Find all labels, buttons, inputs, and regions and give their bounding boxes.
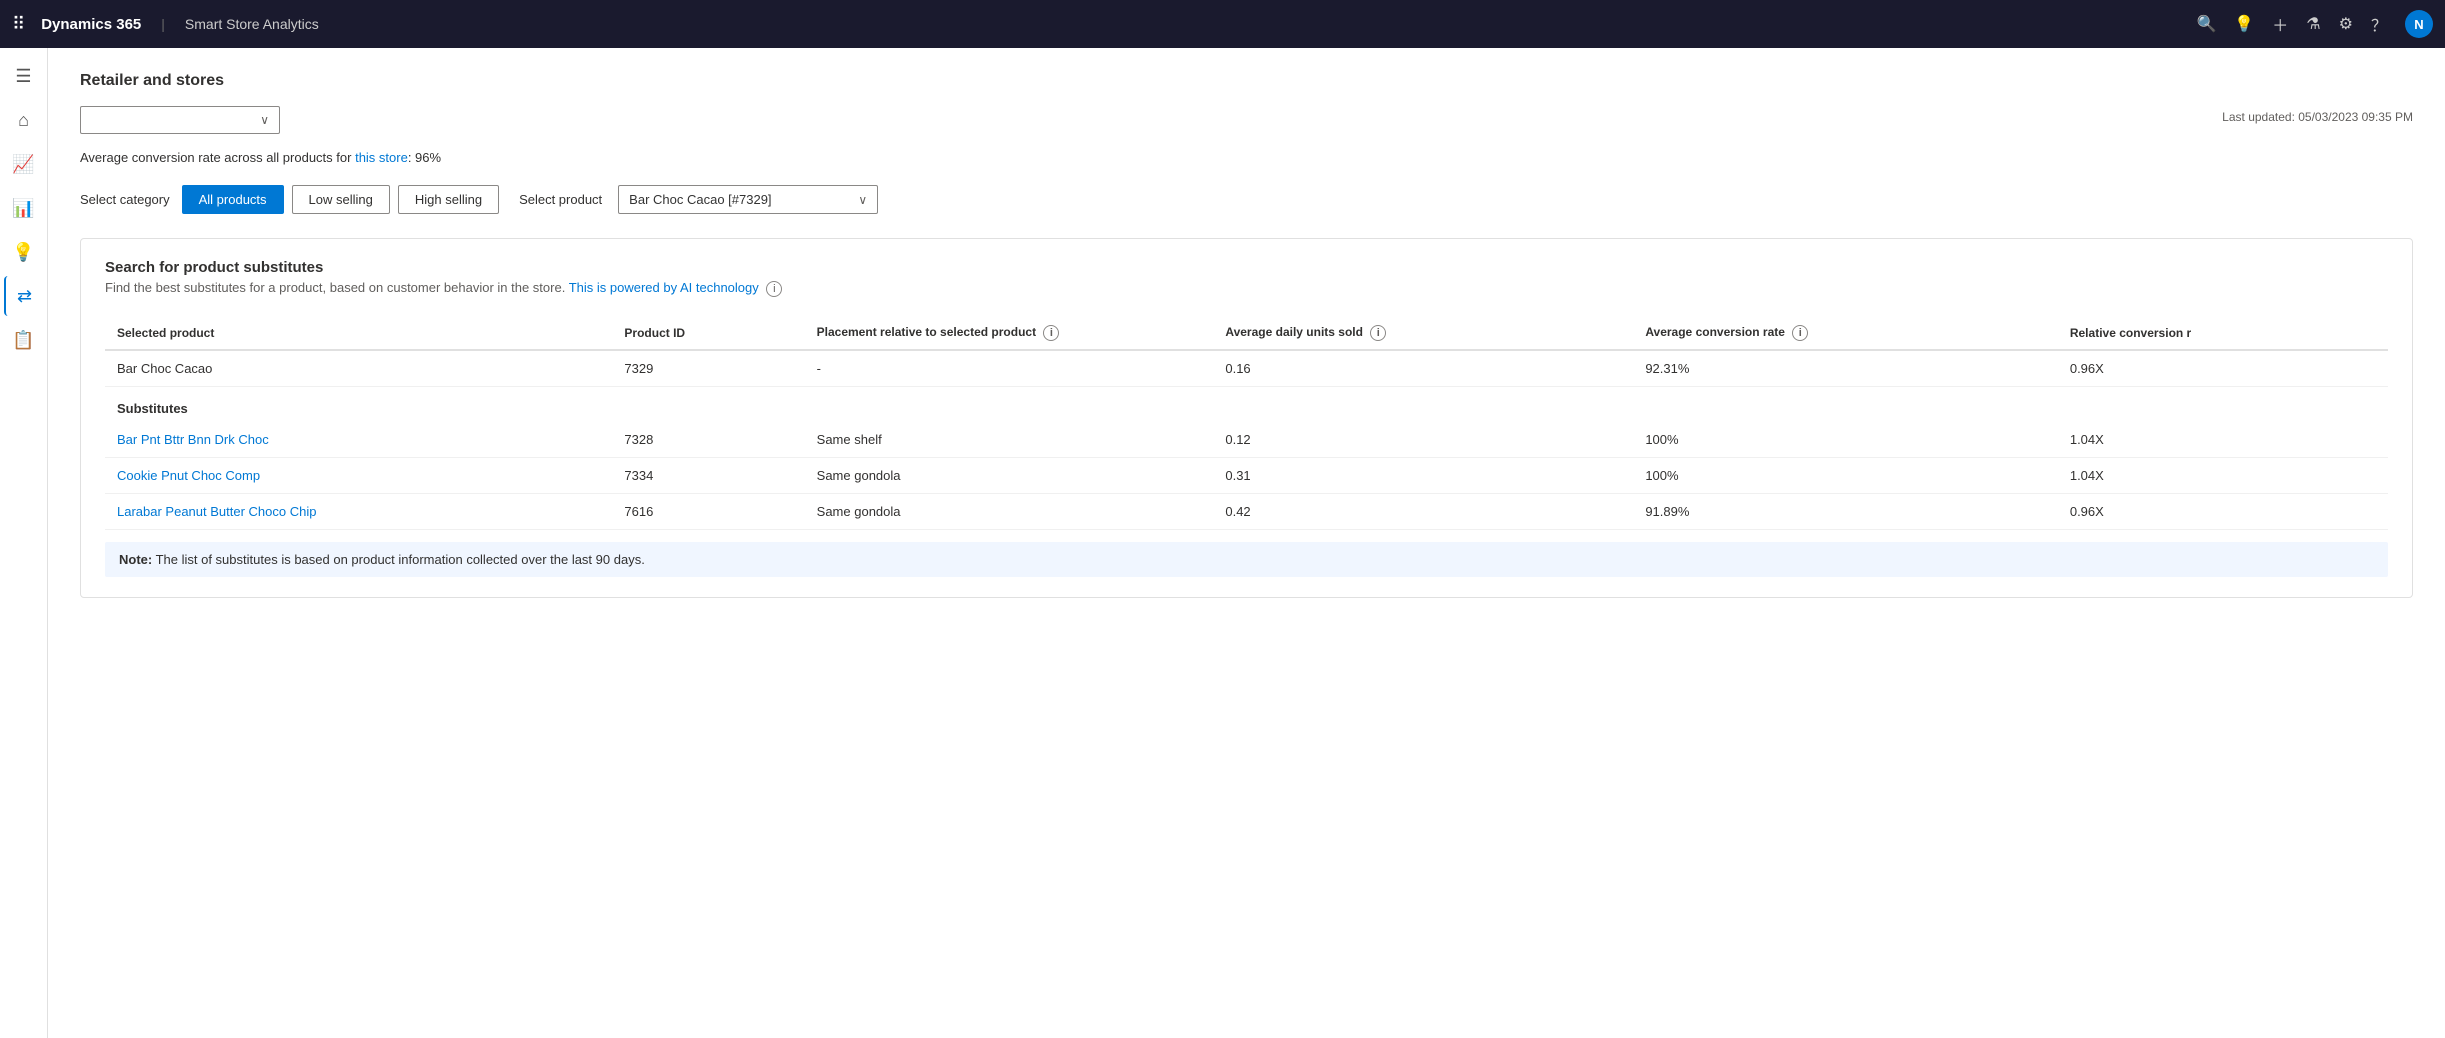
note-label: Note: xyxy=(119,552,152,567)
sidebar-item-home[interactable]: ⌂ xyxy=(4,100,44,140)
substitute-1-id: 7328 xyxy=(612,422,804,458)
store-selector-chevron-icon: ∨ xyxy=(260,113,269,127)
app-launcher-icon[interactable]: ⠿ xyxy=(12,14,25,35)
col-placement: Placement relative to selected product i xyxy=(805,317,1214,350)
selected-product-placement: - xyxy=(805,350,1214,387)
substitute-2-rel-conv: 1.04X xyxy=(2058,457,2388,493)
note-box: Note: The list of substitutes is based o… xyxy=(105,542,2388,577)
placement-info-icon[interactable]: i xyxy=(1043,325,1059,341)
sidebar-item-menu[interactable]: ☰ xyxy=(4,56,44,96)
substitute-1-placement: Same shelf xyxy=(805,422,1214,458)
substitutes-table: Selected product Product ID Placement re… xyxy=(105,317,2388,530)
selected-product-avg-conv: 92.31% xyxy=(1633,350,2058,387)
substitute-2-name[interactable]: Cookie Pnut Choc Comp xyxy=(105,457,612,493)
avg-conv-info-icon[interactable]: i xyxy=(1792,325,1808,341)
category-high-selling-button[interactable]: High selling xyxy=(398,185,499,214)
substitute-3-rel-conv: 0.96X xyxy=(2058,493,2388,529)
settings-icon[interactable]: ⚙ xyxy=(2339,14,2353,34)
note-text: The list of substitutes is based on prod… xyxy=(152,552,645,567)
help-icon[interactable]: ？ xyxy=(2371,12,2387,36)
ai-technology-link[interactable]: This is powered by AI technology xyxy=(569,280,759,295)
lightbulb-icon[interactable]: 💡 xyxy=(2234,14,2254,34)
substitute-3-name[interactable]: Larabar Peanut Butter Choco Chip xyxy=(105,493,612,529)
col-product-id: Product ID xyxy=(612,317,804,350)
category-label: Select category xyxy=(80,192,170,207)
category-low-selling-button[interactable]: Low selling xyxy=(292,185,390,214)
sidebar-item-insights[interactable]: 💡 xyxy=(4,232,44,272)
nav-separator: | xyxy=(161,16,165,32)
substitute-1-name[interactable]: Bar Pnt Bttr Bnn Drk Choc xyxy=(105,422,612,458)
substitute-1-avg-units: 0.12 xyxy=(1213,422,1633,458)
sidebar-item-substitutes[interactable]: ⇄ xyxy=(4,276,44,316)
product-selector-chevron-icon: ∨ xyxy=(858,193,867,207)
table-row-selected: Bar Choc Cacao 7329 - 0.16 92.31% 0.96X xyxy=(105,350,2388,387)
sidebar-item-analytics[interactable]: 📈 xyxy=(4,144,44,184)
substitute-3-avg-units: 0.42 xyxy=(1213,493,1633,529)
selected-product-name: Bar Choc Cacao xyxy=(105,350,612,387)
filter-row: Select category All products Low selling… xyxy=(80,185,2413,214)
filter-icon[interactable]: ⚗ xyxy=(2306,14,2320,34)
topnav-icons: 🔍 💡 ＋ ⚗ ⚙ ？ N xyxy=(2196,10,2433,38)
conversion-rate-text: Average conversion rate across all produ… xyxy=(80,150,2413,165)
app-name: Smart Store Analytics xyxy=(185,16,319,32)
substitute-3-id: 7616 xyxy=(612,493,804,529)
store-selector-dropdown[interactable]: ∨ xyxy=(80,106,280,134)
section-title: Search for product substitutes xyxy=(105,259,2388,276)
substitutes-header-label: Substitutes xyxy=(105,386,2388,422)
table-header-row: Selected product Product ID Placement re… xyxy=(105,317,2388,350)
brand-name: Dynamics 365 xyxy=(41,16,141,33)
product-selector-label: Select product xyxy=(519,192,602,207)
substitute-1-rel-conv: 1.04X xyxy=(2058,422,2388,458)
avg-units-info-icon[interactable]: i xyxy=(1370,325,1386,341)
substitutes-header-row: Substitutes xyxy=(105,386,2388,422)
page-title: Retailer and stores xyxy=(80,72,2413,90)
add-icon[interactable]: ＋ xyxy=(2272,12,2288,36)
col-selected-product: Selected product xyxy=(105,317,612,350)
col-avg-units: Average daily units sold i xyxy=(1213,317,1633,350)
col-rel-conv: Relative conversion r xyxy=(2058,317,2388,350)
section-subtitle: Find the best substitutes for a product,… xyxy=(105,280,2388,297)
sidebar-item-lists[interactable]: 📋 xyxy=(4,320,44,360)
sidebar: ☰ ⌂ 📈 📊 💡 ⇄ 📋 xyxy=(0,48,48,1038)
top-navigation: ⠿ Dynamics 365 | Smart Store Analytics 🔍… xyxy=(0,0,2445,48)
substitute-1-avg-conv: 100% xyxy=(1633,422,2058,458)
substitutes-section: Search for product substitutes Find the … xyxy=(80,238,2413,598)
category-all-products-button[interactable]: All products xyxy=(182,185,284,214)
substitute-3-avg-conv: 91.89% xyxy=(1633,493,2058,529)
substitute-2-placement: Same gondola xyxy=(805,457,1214,493)
table-row-substitute-1: Bar Pnt Bttr Bnn Drk Choc 7328 Same shel… xyxy=(105,422,2388,458)
sidebar-item-reports[interactable]: 📊 xyxy=(4,188,44,228)
table-row-substitute-2: Cookie Pnut Choc Comp 7334 Same gondola … xyxy=(105,457,2388,493)
selected-product-rel-conv: 0.96X xyxy=(2058,350,2388,387)
substitute-2-id: 7334 xyxy=(612,457,804,493)
product-selector-value: Bar Choc Cacao [#7329] xyxy=(629,192,771,207)
selected-product-avg-units: 0.16 xyxy=(1213,350,1633,387)
ai-info-icon[interactable]: i xyxy=(766,281,782,297)
product-selector-dropdown[interactable]: Bar Choc Cacao [#7329] ∨ xyxy=(618,185,878,214)
substitute-3-placement: Same gondola xyxy=(805,493,1214,529)
last-updated-text: Last updated: 05/03/2023 09:35 PM xyxy=(2222,110,2413,124)
selected-product-id: 7329 xyxy=(612,350,804,387)
main-content: Retailer and stores ∨ Last updated: 05/0… xyxy=(48,48,2445,1038)
col-avg-conv: Average conversion rate i xyxy=(1633,317,2058,350)
substitute-2-avg-conv: 100% xyxy=(1633,457,2058,493)
search-icon[interactable]: 🔍 xyxy=(2196,14,2216,34)
user-avatar[interactable]: N xyxy=(2405,10,2433,38)
table-row-substitute-3: Larabar Peanut Butter Choco Chip 7616 Sa… xyxy=(105,493,2388,529)
substitute-2-avg-units: 0.31 xyxy=(1213,457,1633,493)
